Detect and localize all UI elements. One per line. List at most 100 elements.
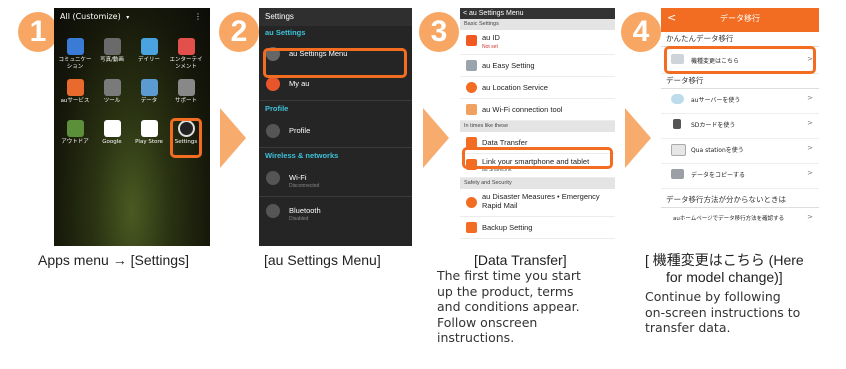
row-au-server[interactable]: auサーバーを使う > [661, 89, 819, 114]
section-times: In times like these [460, 121, 615, 132]
app-communication[interactable]: コミュニケー ション [56, 38, 94, 71]
row-label: au Disaster Measures • Emergency Rapid M… [482, 192, 600, 210]
row-label: Wi-Fi [289, 173, 307, 182]
caption-step-2: [au Settings Menu] [264, 252, 381, 268]
app-google[interactable]: Google [93, 120, 131, 146]
entertainment-icon [177, 38, 195, 55]
row-label: au Easy Setting [482, 61, 535, 70]
row-disaster[interactable]: au Disaster Measures • Emergency Rapid M… [460, 189, 615, 217]
section-profile: Profile [265, 104, 289, 113]
row-location[interactable]: au Location Service [460, 77, 615, 99]
my-au-icon [266, 77, 280, 91]
app-label: Play Store [135, 139, 163, 145]
row-easy-setting[interactable]: au Easy Setting [460, 55, 615, 77]
cloud-icon [671, 94, 684, 104]
chevron-right-icon: > [807, 94, 813, 102]
outdoor-icon [66, 120, 84, 137]
caption-step-1: Apps menu → [Settings] [38, 252, 189, 268]
tools-icon [466, 60, 477, 71]
phone-screen-data-transfer: < データ移行 かんたんデータ移行 機種変更はこちら > データ移行 auサーバ… [661, 8, 819, 246]
section-basic: Basic Settings [460, 19, 615, 30]
app-label: デイリー [137, 57, 160, 63]
row-label: Bluetooth [289, 206, 321, 215]
app-daily[interactable]: デイリー [130, 38, 168, 64]
row-au-id[interactable]: au ID Not set [460, 30, 615, 55]
wifi-icon [266, 171, 280, 185]
row-label: Qua stationを使う [691, 147, 744, 154]
arrow-right-icon [625, 108, 651, 168]
section-au-settings: au Settings [265, 28, 306, 37]
apps-header-title: All (Customize) [60, 12, 121, 21]
step-badge-2: 2 [219, 12, 259, 52]
app-tools[interactable]: ツール [93, 79, 131, 105]
row-bluetooth[interactable]: Bluetooth Disabled [259, 197, 412, 229]
copy-icon [671, 169, 684, 179]
section-wireless: Wireless & networks [265, 151, 339, 160]
app-label: auサービス [60, 98, 90, 104]
app-data[interactable]: データ [130, 79, 168, 105]
qua-station-icon [671, 144, 686, 156]
settings-highlight [170, 118, 202, 158]
app-play-store[interactable]: Play Store [130, 120, 168, 146]
disaster-icon [466, 197, 477, 208]
row-label: データをコピーする [691, 172, 746, 179]
row-label: Data Transfer [482, 138, 528, 147]
overflow-menu-icon[interactable]: ⋮ [194, 8, 202, 25]
row-status: Disabled [289, 216, 309, 222]
row-help-link[interactable]: auホームページでデータ移行方法を確認する > [661, 208, 819, 232]
row-label: au ID [482, 33, 500, 42]
step-badge-4: 4 [621, 12, 661, 52]
au-settings-menu-highlight [263, 48, 407, 78]
row-label: SDカードを使う [691, 122, 736, 129]
apps-header: All (Customize) ▾ ⋮ [54, 8, 210, 25]
chevron-right-icon: > [807, 213, 813, 221]
wifi-tool-icon [466, 104, 477, 115]
caption-step-3-desc: The first time you start up the product,… [437, 268, 581, 345]
app-label: 写真/動画 [100, 57, 124, 63]
model-change-highlight [664, 46, 816, 74]
arrow-right-icon [220, 108, 246, 168]
row-sd-card[interactable]: SDカードを使う > [661, 114, 819, 139]
au-service-icon [66, 79, 84, 96]
chevron-right-icon: > [807, 169, 813, 177]
step-badge-1: 1 [18, 12, 58, 52]
row-profile[interactable]: Profile [259, 117, 412, 147]
app-label: サポート [174, 98, 197, 104]
app-label: アウトドア [61, 139, 89, 145]
step-badge-3: 3 [419, 12, 459, 52]
au-menu-title: < au Settings Menu [460, 8, 615, 19]
settings-title: Settings [259, 8, 412, 26]
app-entertainment[interactable]: エンターテイ ンメント [167, 38, 205, 71]
google-icon [103, 120, 121, 137]
data-transfer-highlight [462, 147, 613, 169]
row-label: au Wi-Fi connection tool [482, 105, 563, 114]
phone-screen-apps: All (Customize) ▾ ⋮ コミュニケー ション 写真/動画 デイリー エ… [54, 8, 210, 246]
row-wifi-tool[interactable]: au Wi-Fi connection tool [460, 99, 615, 121]
app-photo-video[interactable]: 写真/動画 [93, 38, 131, 64]
row-wifi[interactable]: Wi-Fi Disconnected [259, 164, 412, 196]
caption-step-4-desc: Continue by following on-screen instruct… [645, 289, 801, 335]
section-help: データ移行方法が分からないときは [661, 193, 819, 208]
section-easy-transfer: かんたんデータ移行 [661, 32, 819, 47]
row-copy-data[interactable]: データをコピーする > [661, 164, 819, 189]
phone-screen-settings: Settings au Settings au Settings Menu My… [259, 8, 412, 246]
row-label: Profile [289, 126, 311, 135]
support-icon [177, 79, 195, 96]
row-status: Not set [482, 44, 498, 50]
row-backup[interactable]: Backup Setting [460, 217, 615, 239]
section-safety: Safety and Security [460, 178, 615, 189]
app-label: Google [102, 139, 122, 145]
caption-step-3-title: [Data Transfer] [474, 252, 567, 268]
app-support[interactable]: サポート [167, 79, 205, 105]
data-icon [140, 79, 158, 96]
row-label: My au [289, 79, 310, 88]
communication-icon [66, 38, 84, 55]
app-label: データ [140, 98, 158, 104]
row-qua-station[interactable]: Qua stationを使う > [661, 139, 819, 164]
bluetooth-icon [266, 204, 280, 218]
section-transfer: データ移行 [661, 74, 819, 89]
location-pin-icon [466, 82, 477, 93]
app-outdoor[interactable]: アウトドア [56, 120, 94, 146]
app-au-service[interactable]: auサービス [56, 79, 94, 105]
chevron-down-icon[interactable]: ▾ [126, 14, 129, 21]
